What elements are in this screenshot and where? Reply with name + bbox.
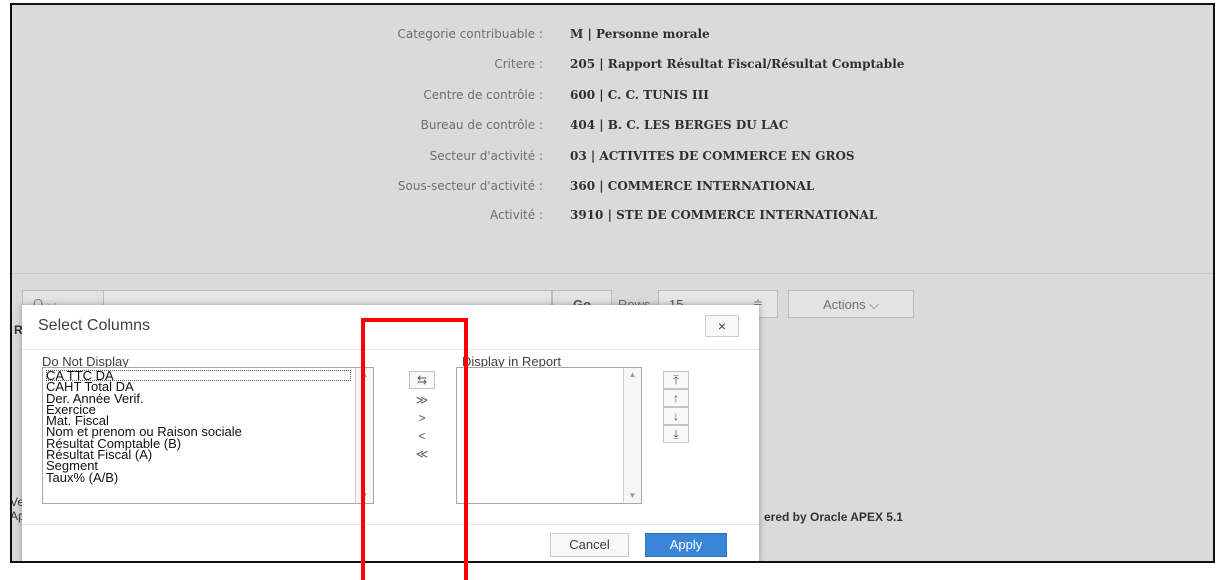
info-label: Critere :: [494, 57, 543, 71]
info-row-sous-secteur: Sous-secteur d'activité : 360 | COMMERCE…: [12, 179, 1213, 199]
info-value: 205 | Rapport Résultat Fiscal/Résultat C…: [570, 57, 905, 71]
list-scrollbar[interactable]: ▲ ▼: [623, 368, 641, 503]
info-value: 03 | ACTIVITES DE COMMERCE EN GROS: [570, 149, 855, 163]
info-value: 360 | COMMERCE INTERNATIONAL: [570, 179, 815, 193]
move-up-button[interactable]: ↑: [663, 389, 689, 407]
move-bottom-button[interactable]: ⤓: [663, 425, 689, 443]
do-not-display-items: CA TTC DA CAHT Total DA Der. Année Verif…: [46, 369, 351, 484]
info-label: Sous-secteur d'activité :: [397, 179, 543, 193]
close-icon: ×: [717, 318, 727, 334]
arrow-up-icon: ↑: [673, 391, 679, 405]
info-row-activite: Activité : 3910 | STE DE COMMERCE INTERN…: [12, 208, 1213, 228]
cancel-button[interactable]: Cancel: [550, 533, 629, 557]
info-row-centre: Centre de contrôle : 600 | C. C. TUNIS I…: [12, 88, 1213, 108]
display-in-report-list[interactable]: ▲ ▼: [456, 367, 642, 504]
apply-button[interactable]: Apply: [645, 533, 727, 557]
info-value: 600 | C. C. TUNIS III: [570, 88, 709, 102]
move-top-button[interactable]: ⤒: [663, 371, 689, 389]
info-panel: Categorie contribuable : M | Personne mo…: [12, 5, 1213, 273]
arrow-to-bottom-icon: ⤓: [673, 427, 679, 441]
info-row-bureau: Bureau de contrôle : 404 | B. C. LES BER…: [12, 118, 1213, 138]
list-item[interactable]: Taux% (A/B): [46, 470, 351, 483]
scroll-down-icon[interactable]: ▼: [624, 489, 641, 503]
info-value: 404 | B. C. LES BERGES DU LAC: [570, 118, 789, 132]
info-label: Bureau de contrôle :: [420, 118, 543, 132]
info-label: Categorie contribuable :: [397, 27, 543, 41]
info-label: Secteur d'activité :: [429, 149, 543, 163]
move-down-button[interactable]: ↓: [663, 407, 689, 425]
highlight-annotation-box: [361, 318, 468, 580]
close-button[interactable]: ×: [705, 315, 739, 337]
info-label: Activité :: [489, 208, 543, 222]
do-not-display-list[interactable]: CA TTC DA CAHT Total DA Der. Année Verif…: [42, 367, 374, 504]
arrow-down-icon: ↓: [673, 409, 679, 423]
actions-menu-button[interactable]: Actions ⌵: [788, 290, 914, 318]
info-value: 3910 | STE DE COMMERCE INTERNATIONAL: [570, 208, 878, 222]
dialog-title: Select Columns: [38, 317, 151, 334]
info-row-secteur: Secteur d'activité : 03 | ACTIVITES DE C…: [12, 149, 1213, 169]
info-row-categorie: Categorie contribuable : M | Personne mo…: [12, 27, 1213, 47]
info-row-critere: Critere : 205 | Rapport Résultat Fiscal/…: [12, 57, 1213, 77]
arrow-to-top-icon: ⤒: [673, 373, 679, 387]
section-divider: [12, 273, 1213, 274]
info-label: Centre de contrôle :: [423, 88, 543, 102]
app-window: Categorie contribuable : M | Personne mo…: [10, 3, 1215, 563]
scroll-up-icon[interactable]: ▲: [624, 368, 641, 382]
apex-footer-credit: ered by Oracle APEX 5.1: [764, 510, 903, 524]
info-value: M | Personne morale: [570, 27, 710, 41]
